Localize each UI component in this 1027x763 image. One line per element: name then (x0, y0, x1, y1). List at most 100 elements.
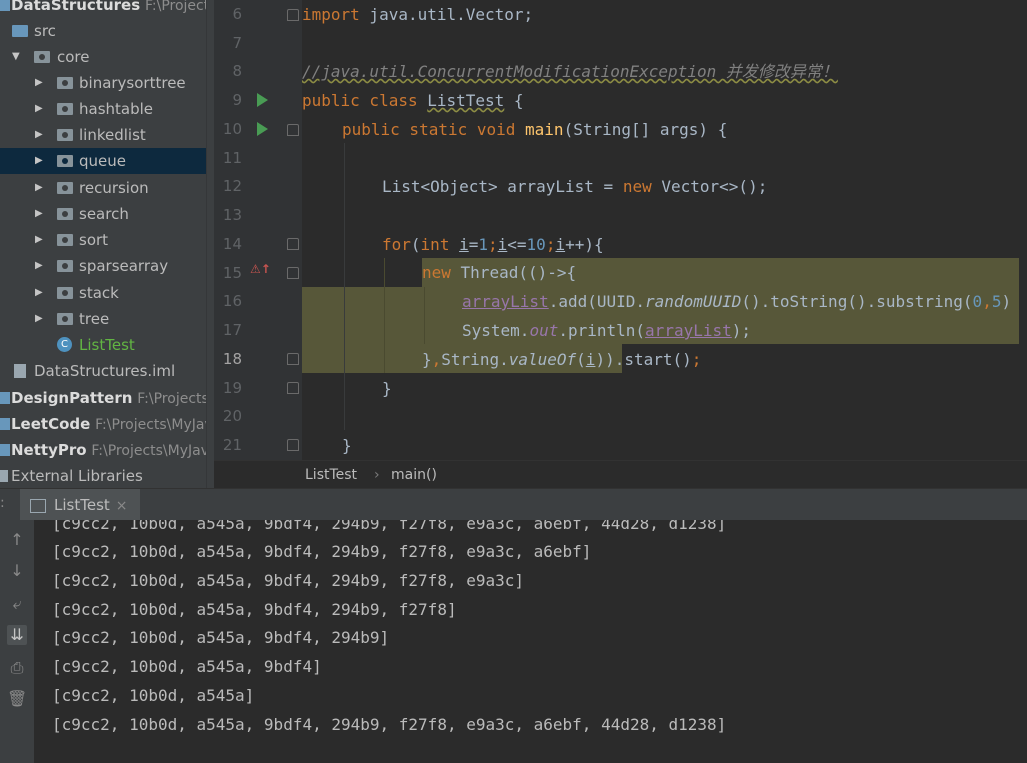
code-token: System. (462, 321, 530, 340)
chevron-right-icon[interactable]: ▶ (35, 148, 43, 174)
code-token: ; (691, 350, 702, 369)
code-token: )).start() (595, 350, 692, 369)
chevron-down-icon[interactable]: ▼ (12, 44, 20, 70)
tree-item-label: tree (79, 310, 110, 328)
code-token: i (555, 235, 566, 254)
tree-item-label: LeetCode (11, 415, 91, 433)
code-token: java.util.Vector; (359, 5, 534, 24)
package-icon (57, 182, 73, 194)
code-token: Thread(()->{ (450, 263, 577, 282)
module-icon (0, 444, 10, 456)
tree-item-designpattern[interactable]: DesignPattern F:\Projects\M (0, 385, 214, 411)
chevron-right-icon[interactable]: ▶ (35, 70, 43, 96)
tree-item-recursion[interactable]: ▶ recursion (0, 175, 214, 201)
fold-icon[interactable] (287, 124, 299, 136)
code-token: ); (731, 321, 752, 340)
code-token: i (497, 235, 508, 254)
code-token: ( (410, 235, 421, 254)
fold-icon[interactable] (287, 238, 299, 250)
code-token: } (382, 379, 392, 398)
tree-item-path: F:\Projects\ (144, 0, 214, 14)
tree-item-listtest[interactable]: C ListTest (0, 332, 214, 358)
package-icon (57, 313, 73, 325)
chevron-right-icon[interactable]: ▶ (35, 201, 43, 227)
chevron-right-icon[interactable]: ▶ (35, 253, 43, 279)
code-token: ( (576, 350, 586, 369)
chevron-right-icon[interactable]: ▶ (35, 96, 43, 122)
fold-icon[interactable] (287, 382, 299, 394)
tree-item-label: core (57, 48, 90, 66)
chevron-right-icon[interactable]: ▶ (35, 280, 43, 306)
tree-item-binarysorttree[interactable]: ▶ binarysorttree (0, 70, 214, 96)
package-icon (57, 155, 73, 167)
tree-item-core[interactable]: ▼ core (0, 44, 214, 70)
scroll-to-end-icon[interactable]: ⇊ (7, 625, 27, 645)
tree-item-label: stack (79, 284, 119, 302)
close-icon[interactable]: × (116, 498, 128, 514)
indent-guide (344, 143, 345, 430)
run-class-icon[interactable] (257, 93, 268, 107)
library-icon (0, 470, 8, 482)
tree-item-hashtable[interactable]: ▶ hashtable (0, 96, 214, 122)
code-token: } (342, 436, 352, 455)
tree-item-datastructures[interactable]: DataStructures F:\Projects\ (0, 0, 214, 18)
tree-item-stack[interactable]: ▶ stack (0, 280, 214, 306)
line-number: 14 (222, 235, 242, 253)
tree-item-sparsearray[interactable]: ▶ sparsearray (0, 253, 214, 279)
tree-item-label: hashtable (79, 100, 154, 118)
run-tool-window-header: : ListTest × (0, 488, 1027, 521)
panel-options-icon[interactable]: : (0, 495, 5, 511)
soft-wrap-icon[interactable]: ⤶ (7, 594, 27, 614)
tree-item-leetcode[interactable]: LeetCode F:\Projects\MyJav (0, 411, 214, 437)
code-line-9: public class ListTest { (302, 86, 524, 115)
tree-item-external-libraries[interactable]: External Libraries (0, 463, 214, 488)
print-icon[interactable]: ⎙ (7, 658, 27, 678)
code-line-18: },String.valueOf(i)).start(); (422, 345, 701, 374)
code-line-21: } (342, 431, 352, 460)
code-token: } (422, 350, 432, 369)
breadcrumb-item-class[interactable]: ListTest (305, 467, 357, 483)
breakpoint-error-icon[interactable]: ⚠↑ (250, 262, 271, 276)
editor-gutter: 6 7 8 9 10 11 12 13 14 15 16 17 18 19 20… (214, 0, 325, 460)
package-icon (34, 51, 50, 63)
tree-item-iml[interactable]: DataStructures.iml (0, 358, 214, 384)
tree-item-queue[interactable]: ▶ queue (0, 148, 214, 174)
tree-item-label: linkedlist (79, 126, 146, 144)
breadcrumb: ListTest › main() (214, 460, 1027, 489)
line-number: 10 (222, 120, 242, 138)
arrow-down-icon[interactable]: ↓ (7, 561, 27, 581)
fold-icon[interactable] (287, 267, 299, 279)
console-line: [c9cc2, 10b0d, a545a] (52, 686, 255, 705)
package-icon (57, 287, 73, 299)
fold-icon[interactable] (287, 439, 299, 451)
fold-icon[interactable] (287, 9, 299, 21)
tree-item-nettypro[interactable]: NettyPro F:\Projects\MyJav (0, 437, 214, 463)
package-icon (57, 208, 73, 220)
arrow-up-icon[interactable]: ↑ (7, 530, 27, 550)
run-method-icon[interactable] (257, 122, 268, 136)
chevron-right-icon[interactable]: ▶ (35, 227, 43, 253)
chevron-right-icon[interactable]: ▶ (35, 122, 43, 148)
chevron-right-icon[interactable]: ▶ (35, 306, 43, 332)
console-output[interactable]: [c9cc2, 10b0d, a545a, 9bdf4, 294b9, f27f… (34, 520, 1027, 763)
source-folder-icon (12, 25, 28, 37)
code-token: new (422, 263, 451, 282)
tree-item-tree[interactable]: ▶ tree (0, 306, 214, 332)
code-token: arrayList (645, 321, 732, 340)
chevron-right-icon[interactable]: ▶ (35, 175, 43, 201)
tree-item-linkedlist[interactable]: ▶ linkedlist (0, 122, 214, 148)
tree-item-src[interactable]: src (0, 18, 214, 44)
breadcrumb-item-method[interactable]: main() (391, 467, 437, 483)
tree-item-label: DataStructures.iml (34, 362, 176, 380)
console-line: [c9cc2, 10b0d, a545a, 9bdf4, 294b9, f27f… (52, 600, 457, 619)
fold-icon[interactable] (287, 353, 299, 365)
tree-item-sort[interactable]: ▶ sort (0, 227, 214, 253)
run-tab-listtest[interactable]: ListTest × (20, 489, 140, 521)
trash-icon[interactable]: 🗑 (7, 689, 27, 709)
code-token: main (525, 120, 564, 139)
module-icon (0, 418, 10, 430)
tree-item-search[interactable]: ▶ search (0, 201, 214, 227)
code-editor[interactable]: import java.util.Vector; //java.util.Con… (302, 0, 1027, 460)
project-tree: DataStructures F:\Projects\ src ▼ core ▶… (0, 0, 214, 488)
editor-scrollbar[interactable] (1019, 0, 1027, 460)
